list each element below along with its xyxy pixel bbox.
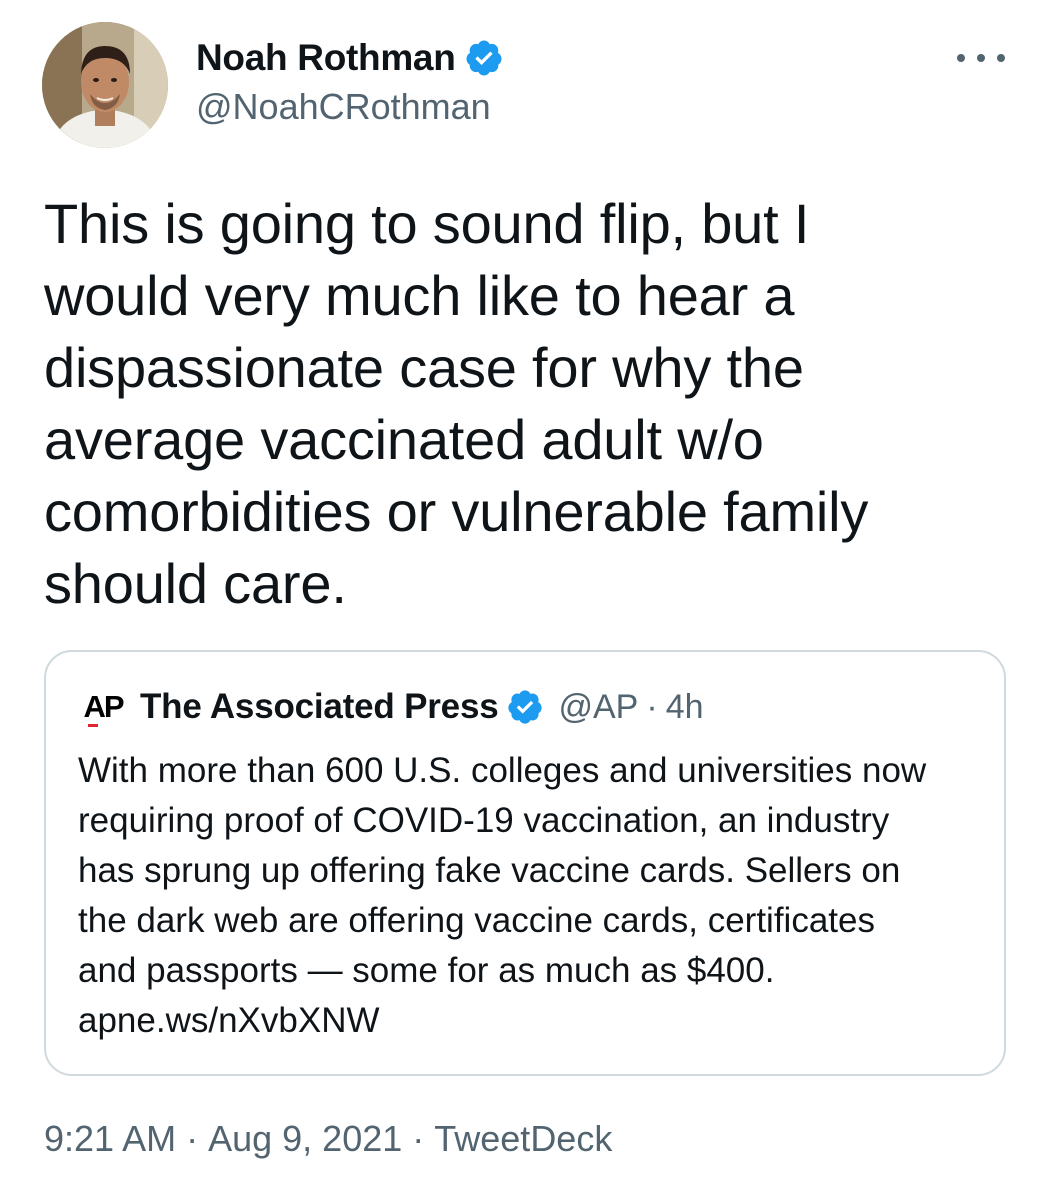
tweet-text-line: comorbidities or vulnerable family xyxy=(44,480,869,543)
quoted-timestamp[interactable]: 4h xyxy=(666,688,704,727)
quoted-text-line: With more than 600 U.S. colleges and uni… xyxy=(78,751,927,790)
more-options-icon[interactable] xyxy=(957,44,1005,72)
quoted-text-line: requiring proof of COVID-19 vaccination,… xyxy=(78,801,890,840)
tweet: Noah Rothman @NoahCRothman This is going… xyxy=(0,0,1051,1200)
tweet-text-line: dispassionate case for why the xyxy=(44,336,804,399)
author-block: Noah Rothman @NoahCRothman xyxy=(196,36,504,128)
verified-badge-icon xyxy=(464,38,504,78)
more-dot xyxy=(997,54,1005,62)
author-handle[interactable]: @NoahCRothman xyxy=(196,86,504,128)
tweet-text: This is going to sound flip, but I would… xyxy=(44,188,1004,620)
author-avatar[interactable] xyxy=(42,22,168,148)
quoted-tweet-header: AP The Associated Press @AP · 4h xyxy=(78,686,704,728)
quoted-tweet-text: With more than 600 U.S. colleges and uni… xyxy=(78,746,983,1046)
author-name[interactable]: Noah Rothman xyxy=(196,37,456,79)
more-dot xyxy=(977,54,985,62)
quoted-text-line: has sprung up offering fake vaccine card… xyxy=(78,851,901,890)
quoted-tweet-link[interactable]: apne.ws/nXvbXNW xyxy=(78,1001,380,1040)
tweet-date[interactable]: Aug 9, 2021 xyxy=(208,1118,402,1160)
tweet-text-line: This is going to sound flip, but I xyxy=(44,192,810,255)
meta-separator: · xyxy=(186,1118,199,1159)
tweet-text-line: should care. xyxy=(44,552,347,615)
tweet-text-line: would very much like to hear a xyxy=(44,264,795,327)
quoted-tweet-card[interactable]: AP The Associated Press @AP · 4h With mo… xyxy=(44,650,1006,1076)
author-name-row: Noah Rothman xyxy=(196,36,504,80)
tweet-time[interactable]: 9:21 AM xyxy=(44,1118,176,1160)
tweet-text-line: average vaccinated adult w/o xyxy=(44,408,764,471)
quoted-text-line: the dark web are offering vaccine cards,… xyxy=(78,901,875,940)
quoted-separator: · xyxy=(646,687,658,726)
verified-badge-icon xyxy=(506,688,544,726)
more-dot xyxy=(957,54,965,62)
ap-logo-avatar[interactable]: AP xyxy=(78,685,128,729)
quoted-author-handle[interactable]: @AP xyxy=(558,688,638,727)
quoted-author-name[interactable]: The Associated Press xyxy=(140,687,499,727)
quoted-text-line: and passports — some for as much as $400… xyxy=(78,951,775,990)
tweet-meta: 9:21 AM · Aug 9, 2021 · TweetDeck xyxy=(44,1118,612,1160)
meta-separator: · xyxy=(412,1118,425,1159)
tweet-source[interactable]: TweetDeck xyxy=(434,1118,612,1160)
